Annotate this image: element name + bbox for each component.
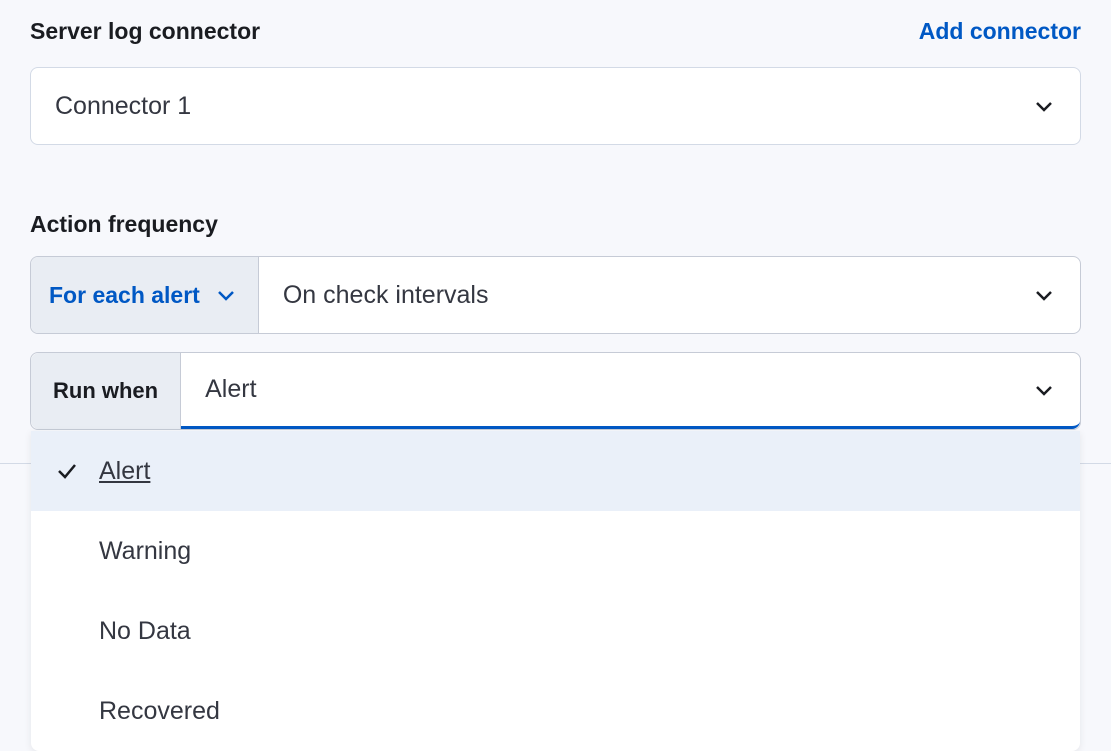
dropdown-option-warning[interactable]: Warning (31, 511, 1080, 591)
dropdown-option-label: Alert (99, 457, 150, 486)
dropdown-option-label: Warning (99, 537, 191, 566)
run-when-row: Run when Alert Alert Warning No Data (30, 352, 1081, 430)
connector-header: Server log connector Add connector (30, 18, 1081, 45)
chevron-down-icon (1032, 94, 1056, 118)
run-when-select[interactable]: Alert (181, 353, 1080, 429)
action-frequency-title: Action frequency (30, 211, 1081, 238)
run-when-selected-value: Alert (205, 375, 256, 404)
run-when-prefix-text: Run when (53, 378, 158, 404)
run-when-prefix: Run when (31, 353, 181, 429)
dropdown-option-recovered[interactable]: Recovered (31, 671, 1080, 751)
run-when-dropdown: Alert Warning No Data Recovered (31, 431, 1080, 751)
action-frequency-section: Action frequency For each alert On check… (30, 211, 1081, 430)
chevron-down-icon (1032, 283, 1056, 307)
dropdown-option-label: Recovered (99, 697, 220, 726)
dropdown-option-no-data[interactable]: No Data (31, 591, 1080, 671)
frequency-row: For each alert On check intervals (30, 256, 1081, 334)
frequency-scope-select[interactable]: For each alert (31, 257, 259, 333)
dropdown-option-label: No Data (99, 617, 191, 646)
dropdown-option-alert[interactable]: Alert (31, 431, 1080, 511)
chevron-down-icon (1032, 378, 1056, 402)
connector-select-value: Connector 1 (55, 92, 191, 121)
frequency-scope-label: For each alert (49, 282, 200, 309)
add-connector-link[interactable]: Add connector (919, 18, 1081, 45)
frequency-interval-label: On check intervals (283, 281, 489, 310)
frequency-interval-select[interactable]: On check intervals (259, 257, 1080, 333)
connector-section-title: Server log connector (30, 18, 260, 45)
connector-select[interactable]: Connector 1 (30, 67, 1081, 145)
check-icon (55, 459, 79, 483)
chevron-down-icon (214, 283, 238, 307)
